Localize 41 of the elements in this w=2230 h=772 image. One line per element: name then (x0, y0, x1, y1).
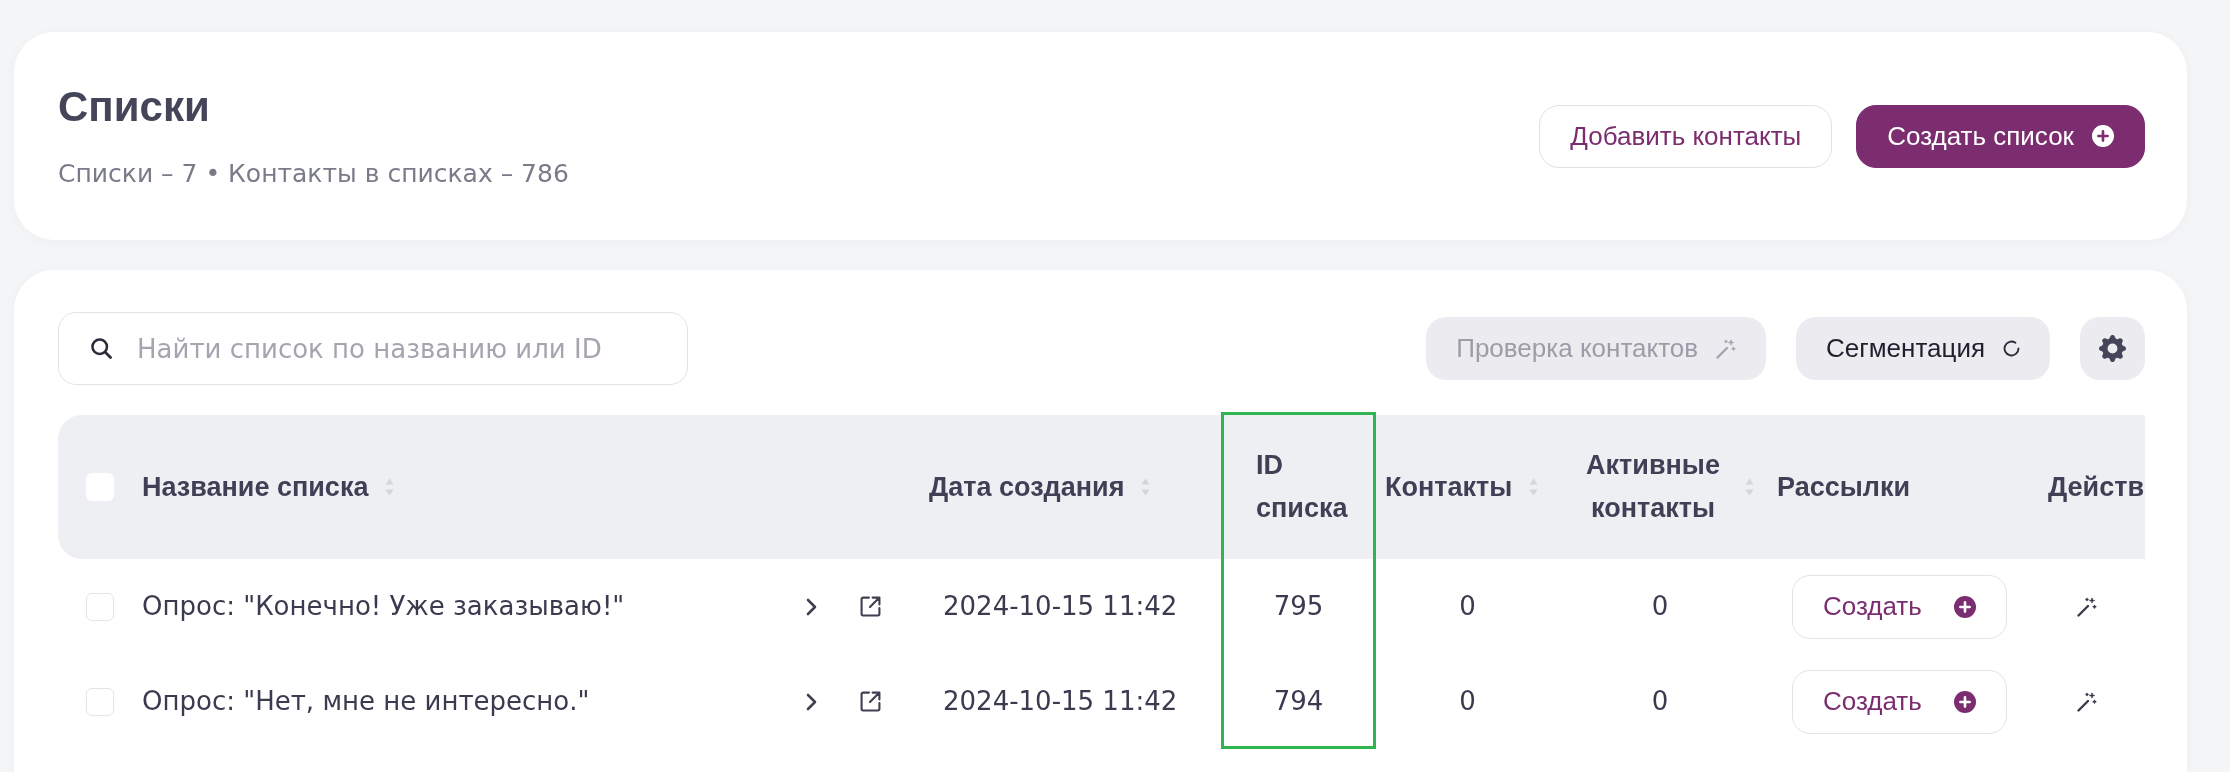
list-id: 795 (1273, 591, 1324, 621)
summary-text: Списки – 7 • Контакты в списках – 786 (58, 157, 569, 190)
create-list-button[interactable]: Создать список (1856, 104, 2145, 168)
settings-icon (2099, 335, 2126, 362)
create-mailing-button[interactable]: Создать (1792, 574, 2007, 639)
contacts-count: 0 (1459, 686, 1476, 716)
add-contacts-button[interactable]: Добавить контакты (1539, 104, 1833, 168)
column-header[interactable]: Активные контакты (1578, 444, 1755, 530)
column-header: Действ (2048, 470, 2145, 504)
plus-circle-icon (2092, 125, 2114, 147)
plus-circle-icon (1953, 595, 1976, 618)
row-checkbox[interactable] (86, 592, 114, 621)
list-id: 794 (1273, 686, 1324, 716)
column-header: ID списка (1256, 449, 1349, 525)
settings-button[interactable] (2080, 317, 2145, 380)
magic-wand-icon (1716, 338, 1736, 359)
search-icon (91, 338, 112, 359)
segmentation-button[interactable]: Сегментация (1796, 317, 2050, 380)
magic-wand-icon[interactable] (2077, 596, 2097, 617)
list-name: Опрос: "Конечно! Уже заказываю!" (142, 590, 625, 623)
create-mailing-button[interactable]: Создать (1792, 669, 2007, 734)
row-checkbox[interactable] (86, 687, 114, 716)
active-contacts-count: 0 (1651, 591, 1669, 621)
column-header: Рассылки (1777, 470, 1911, 504)
search-field[interactable]: Найти список по названию или ID (58, 312, 688, 385)
page-title: Списки (58, 81, 211, 132)
active-contacts-count: 0 (1651, 686, 1669, 716)
column-header[interactable]: Название списка (142, 465, 396, 509)
contacts-count: 0 (1459, 591, 1476, 621)
column-header[interactable]: Контакты (1385, 465, 1540, 509)
chevron-right-icon[interactable] (806, 597, 818, 616)
list-name: Опрос: "Нет, мне не интересно." (142, 685, 590, 718)
external-link-icon[interactable] (860, 691, 881, 712)
chevron-right-icon[interactable] (806, 692, 818, 711)
refresh-icon (2003, 340, 2020, 357)
external-link-icon[interactable] (860, 596, 881, 617)
created-date: 2024-10-15 11:42 (943, 591, 1178, 621)
plus-circle-icon (1953, 690, 1976, 713)
created-date: 2024-10-15 11:42 (943, 686, 1178, 716)
column-header[interactable]: Дата создания (929, 465, 1152, 509)
magic-wand-icon[interactable] (2077, 691, 2097, 712)
